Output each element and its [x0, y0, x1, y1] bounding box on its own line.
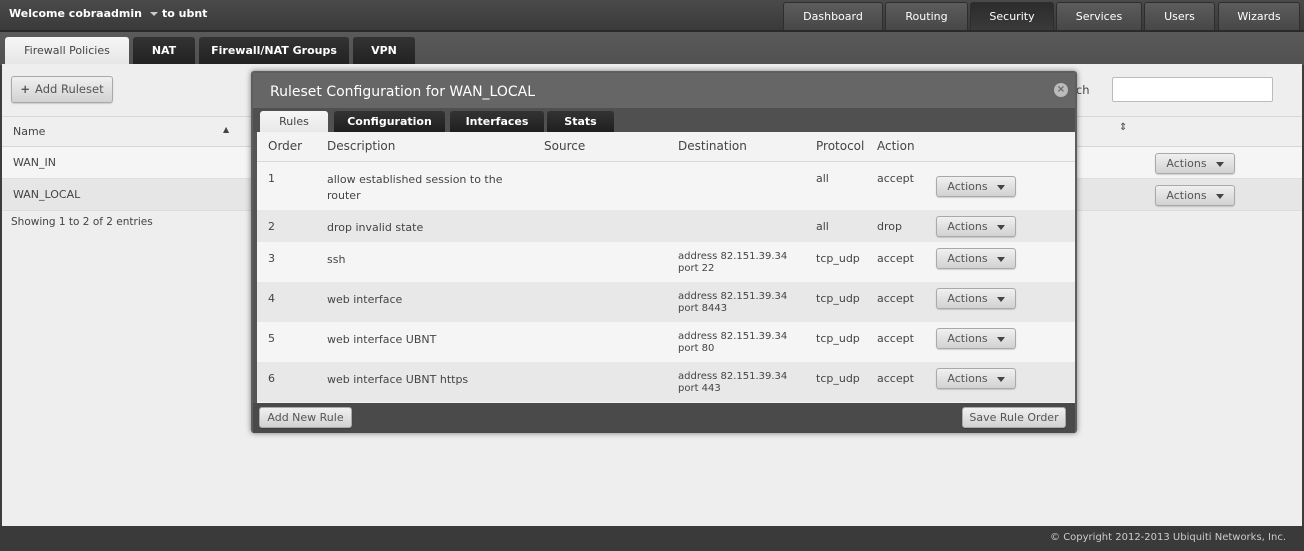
column-name[interactable]: Name — [13, 125, 45, 138]
rule-order: 4 — [268, 292, 275, 305]
caret-down-icon — [996, 256, 1005, 262]
rules-table: Order Description Source Destination Protoco… — [257, 132, 1075, 403]
ruleset-modal: Ruleset Configuration for WAN_LOCAL × Ru… — [251, 71, 1077, 433]
rule-destination: address 82.151.39.34 port 443 — [678, 371, 788, 394]
save-rule-order-button[interactable]: Save Rule Order — [962, 407, 1066, 428]
rule-actions-button[interactable]: Actions — [936, 176, 1016, 197]
actions-label: Actions — [1166, 157, 1207, 170]
rule-row: 4 web interface address 82.151.39.34 port… — [257, 282, 1075, 322]
rule-description: ssh — [327, 253, 346, 266]
nav-tab-routing[interactable]: Routing — [885, 2, 968, 30]
modal-tab-interfaces[interactable]: Interfaces — [450, 111, 544, 132]
modal-title: Ruleset Configuration for WAN_LOCAL — [253, 73, 1075, 108]
caret-down-icon — [996, 296, 1005, 302]
modal-tab-rules[interactable]: Rules — [260, 111, 328, 132]
plus-icon: + — [20, 82, 31, 96]
rule-action: accept — [877, 372, 914, 385]
rule-order: 2 — [268, 220, 275, 233]
rule-row: 6 web interface UBNT https address 82.15… — [257, 362, 1075, 402]
sort-icon[interactable]: ⇕ — [1119, 122, 1127, 133]
rule-actions-button[interactable]: Actions — [936, 216, 1016, 237]
rule-action: accept — [877, 292, 914, 305]
sub-tab-bar — [0, 30, 1304, 65]
nav-tab-wizards[interactable]: Wizards — [1218, 2, 1300, 30]
sort-up-icon[interactable]: ▲ — [223, 125, 229, 134]
caret-down-icon — [996, 376, 1005, 382]
rule-protocol: tcp_udp — [816, 332, 860, 345]
rule-row: 1 allow established session to the route… — [257, 162, 1075, 210]
caret-down-icon — [1215, 161, 1224, 167]
nav-tab-services[interactable]: Services — [1056, 2, 1142, 30]
rule-protocol: tcp_udp — [816, 292, 860, 305]
add-ruleset-button[interactable]: + Add Ruleset — [11, 76, 113, 103]
column-order: Order — [268, 139, 303, 153]
nav-tab-dashboard[interactable]: Dashboard — [783, 2, 883, 30]
ruleset-name[interactable]: WAN_LOCAL — [13, 188, 80, 201]
rule-actions-button[interactable]: Actions — [936, 368, 1016, 389]
column-action: Action — [877, 139, 915, 153]
rule-description: web interface — [327, 293, 403, 306]
rule-protocol: all — [816, 172, 829, 185]
rule-action: accept — [877, 172, 914, 185]
rule-action: accept — [877, 332, 914, 345]
rule-order: 5 — [268, 332, 275, 345]
rule-row: 2 drop invalid state all drop Actions — [257, 210, 1075, 242]
ruleset-name[interactable]: WAN_IN — [13, 156, 56, 169]
showing-entries: Showing 1 to 2 of 2 entries — [11, 216, 153, 228]
rule-action: drop — [877, 220, 902, 233]
caret-down-icon — [996, 336, 1005, 342]
caret-down-icon — [1215, 193, 1224, 199]
column-description: Description — [327, 139, 396, 153]
modal-footer: Add New Rule Save Rule Order — [253, 403, 1075, 433]
chevron-down-icon — [149, 12, 158, 16]
rule-order: 3 — [268, 252, 275, 265]
add-new-rule-button[interactable]: Add New Rule — [259, 407, 352, 428]
actions-button[interactable]: Actions — [1155, 185, 1235, 206]
rule-destination: address 82.151.39.34 port 22 — [678, 251, 788, 274]
actions-label: Actions — [1166, 189, 1207, 202]
actions-button[interactable]: Actions — [1155, 153, 1235, 174]
rules-header: Order Description Source Destination Protoco… — [257, 132, 1075, 162]
rule-order: 1 — [268, 172, 275, 185]
search-input[interactable] — [1112, 77, 1273, 102]
rule-description: web interface UBNT — [327, 333, 437, 346]
copyright: © Copyright 2012-2013 Ubiquiti Networks,… — [1050, 532, 1286, 543]
subtab-vpn[interactable]: VPN — [353, 37, 415, 64]
rule-destination: address 82.151.39.34 port 8443 — [678, 291, 788, 314]
subtab-firewall-nat-groups[interactable]: Firewall/NAT Groups — [199, 37, 349, 64]
user-menu[interactable]: Welcome cobraadmin — [9, 7, 158, 20]
nav-tab-users[interactable]: Users — [1144, 2, 1215, 30]
rule-description: drop invalid state — [327, 221, 424, 234]
subtab-firewall-policies[interactable]: Firewall Policies — [5, 37, 129, 64]
nav-tab-security[interactable]: Security — [970, 2, 1054, 30]
rule-protocol: all — [816, 220, 829, 233]
column-protocol: Protocol — [816, 139, 865, 153]
caret-down-icon — [996, 184, 1005, 190]
rule-actions-button[interactable]: Actions — [936, 288, 1016, 309]
rule-protocol: tcp_udp — [816, 252, 860, 265]
modal-tab-stats[interactable]: Stats — [547, 111, 614, 132]
rule-actions-button[interactable]: Actions — [936, 328, 1016, 349]
column-destination: Destination — [678, 139, 747, 153]
rule-row: 5 web interface UBNT address 82.151.39.3… — [257, 322, 1075, 362]
rule-destination: address 82.151.39.34 port 80 — [678, 331, 788, 354]
footer: © Copyright 2012-2013 Ubiquiti Networks,… — [0, 526, 1304, 551]
rule-row: 3 ssh address 82.151.39.34 port 22 tcp_ud… — [257, 242, 1075, 282]
column-source: Source — [544, 139, 586, 153]
rule-description: web interface UBNT https — [327, 373, 469, 386]
rule-actions-button[interactable]: Actions — [936, 248, 1016, 269]
rule-order: 6 — [268, 372, 275, 385]
modal-tab-configuration[interactable]: Configuration — [334, 111, 445, 132]
rule-action: accept — [877, 252, 914, 265]
rule-description: allow established session to the router — [327, 173, 503, 202]
subtab-nat[interactable]: NAT — [133, 37, 195, 64]
caret-down-icon — [996, 224, 1005, 230]
host-label: to ubnt — [162, 7, 208, 20]
close-icon[interactable]: × — [1054, 83, 1068, 97]
rule-protocol: tcp_udp — [816, 372, 860, 385]
